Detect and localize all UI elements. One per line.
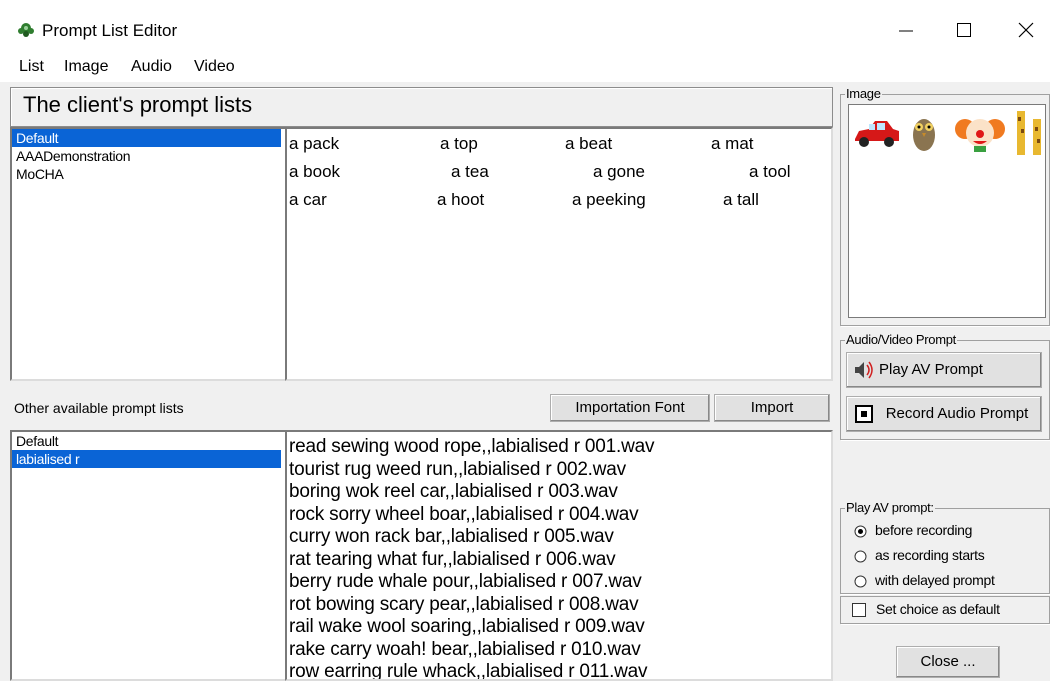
wav-file-item[interactable]: berry rude whale pour,,labialised r 007.… [289, 571, 831, 594]
play-av-prompt-label: Play AV Prompt [879, 361, 983, 378]
record-audio-prompt-button[interactable]: Record Audio Prompt [846, 396, 1042, 432]
wav-file-item[interactable]: curry won rack bar,,labialised r 005.wav [289, 526, 831, 549]
play-av-prompt-button[interactable]: Play AV Prompt [846, 352, 1042, 388]
radio-label: with delayed prompt [875, 572, 995, 588]
wav-file-item[interactable]: row earring rule whack,,labialised r 011… [289, 661, 831, 679]
minimize-button[interactable] [884, 10, 928, 50]
maximize-button[interactable] [942, 10, 986, 50]
other-lists-listbox[interactable]: Default labialised r [10, 430, 287, 681]
prompt-word[interactable]: a mat [711, 134, 754, 154]
close-button[interactable]: Close ... [896, 646, 1000, 678]
prompt-word[interactable]: a tall [723, 190, 759, 210]
record-icon [855, 405, 873, 423]
menu-image[interactable]: Image [64, 58, 108, 76]
prompt-word[interactable]: a beat [565, 134, 612, 154]
set-default-label: Set choice as default [876, 601, 1000, 617]
menu-bar: List Image Audio Video [0, 54, 1050, 82]
client-list-item[interactable]: AAADemonstration [12, 147, 281, 165]
record-audio-prompt-label: Record Audio Prompt [885, 405, 1029, 422]
wav-file-item[interactable]: rock sorry wheel boar,,labialised r 004.… [289, 504, 831, 527]
client-lists-listbox[interactable]: Default AAADemonstration MoCHA [10, 127, 287, 381]
prompt-word[interactable]: a car [289, 190, 327, 210]
play-options-caption: Play AV prompt: [845, 500, 935, 515]
close-icon [1018, 22, 1034, 38]
importation-font-button[interactable]: Importation Font [550, 394, 710, 422]
client-list-item[interactable]: MoCHA [12, 165, 281, 183]
wav-files-listbox[interactable]: read sewing wood rope,,labialised r 001.… [285, 430, 833, 681]
title-bar: Prompt List Editor [0, 0, 1050, 54]
wav-file-item[interactable]: boring wok reel car,,labialised r 003.wa… [289, 481, 831, 504]
import-button[interactable]: Import [714, 394, 830, 422]
owl-image [913, 119, 935, 151]
radio-icon [854, 575, 867, 588]
menu-video[interactable]: Video [194, 58, 235, 76]
prompt-word[interactable]: a tea [451, 162, 489, 182]
prompt-word[interactable]: a top [440, 134, 478, 154]
wav-file-item[interactable]: read sewing wood rope,,labialised r 001.… [289, 436, 831, 459]
prompt-word[interactable]: a peeking [572, 190, 646, 210]
radio-icon [854, 550, 867, 563]
radio-label: as recording starts [875, 547, 985, 563]
menu-list[interactable]: List [19, 58, 44, 76]
app-icon [18, 23, 34, 37]
other-list-item[interactable]: Default [12, 432, 281, 450]
client-lists-heading: The client's prompt lists [23, 92, 253, 117]
minimize-icon [899, 30, 913, 32]
prompt-word[interactable]: a hoot [437, 190, 484, 210]
wav-file-item[interactable]: rake carry woah! bear,,labialised r 010.… [289, 639, 831, 662]
wav-file-item[interactable]: rat tearing what fur,,labialised r 006.w… [289, 549, 831, 572]
radio-as-recording-starts[interactable]: as recording starts [854, 547, 985, 563]
close-window-button[interactable] [1004, 10, 1048, 50]
other-list-item[interactable]: labialised r [12, 450, 281, 468]
client-lists-header: The client's prompt lists [10, 87, 833, 127]
radio-before-recording[interactable]: before recording [854, 522, 972, 538]
wav-file-item[interactable]: rail wake wool soaring,,labialised r 009… [289, 616, 831, 639]
prompt-words-grid[interactable]: a pack a top a beat a mat a book a tea a… [285, 127, 833, 381]
prompt-word[interactable]: a tool [749, 162, 791, 182]
prompt-word[interactable]: a gone [593, 162, 645, 182]
window-title: Prompt List Editor [42, 21, 178, 40]
set-default-checkbox[interactable] [852, 603, 866, 617]
radio-with-delayed-prompt[interactable]: with delayed prompt [854, 572, 995, 588]
speaker-icon [855, 361, 873, 379]
prompt-word[interactable]: a pack [289, 134, 339, 154]
image-preview[interactable] [848, 104, 1046, 318]
maximize-icon [957, 23, 971, 37]
client-list-item[interactable]: Default [12, 129, 281, 147]
menu-audio[interactable]: Audio [131, 58, 172, 76]
radio-label: before recording [875, 522, 973, 538]
radio-selected-icon [854, 525, 867, 538]
image-group-caption: Image [845, 86, 882, 101]
wav-file-item[interactable]: rot bowing scary pear,,labialised r 008.… [289, 594, 831, 617]
wav-file-item[interactable]: tourist rug weed run,,labialised r 002.w… [289, 459, 831, 482]
giraffe-image [1017, 111, 1041, 155]
other-lists-label: Other available prompt lists [14, 400, 184, 416]
prompt-word[interactable]: a book [289, 162, 340, 182]
av-prompt-caption: Audio/Video Prompt [845, 332, 957, 347]
car-image [855, 121, 899, 147]
clown-image [955, 119, 1005, 152]
